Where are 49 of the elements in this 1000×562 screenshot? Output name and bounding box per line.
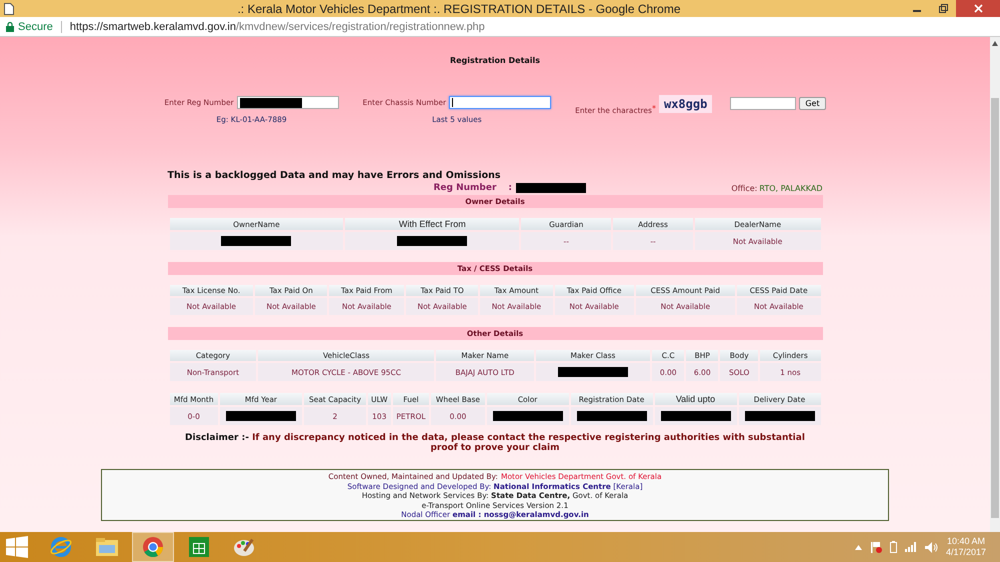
page-icon (4, 2, 14, 14)
get-button[interactable]: Get (799, 97, 826, 110)
input-field[interactable] (730, 97, 796, 110)
url-host[interactable]: https://smartweb.keralamvd.gov.in (70, 20, 236, 32)
taskbar-app[interactable] (132, 532, 174, 562)
notice-text: This is a backlogged Data and may have Errors and Omissions (168, 170, 502, 181)
caret-up-icon[interactable] (854, 544, 862, 550)
speaker-icon[interactable] (924, 542, 938, 552)
required-mark: * (652, 104, 656, 113)
redaction-bar (226, 411, 296, 421)
redaction-bar (576, 411, 647, 421)
redaction-bar (397, 236, 468, 246)
flag-icon[interactable] (870, 541, 882, 553)
redaction-bar (558, 367, 628, 377)
chrome-icon (142, 536, 164, 558)
signal-icon[interactable] (904, 542, 917, 552)
close-icon (974, 4, 982, 13)
disclaimer-label: Disclaimer :- (185, 433, 249, 443)
page-heading: Registration Details (450, 56, 540, 65)
office-value: RTO, PALAKKAD (759, 184, 822, 192)
redaction-bar (744, 411, 814, 421)
battery-icon[interactable] (890, 541, 897, 553)
window-title: .: Kerala Motor Vehicles Department :. REGISTRATION DETAILS - Google Chrome (236, 2, 682, 16)
windows-logo-icon[interactable] (6, 536, 28, 558)
scroll-up-icon[interactable] (992, 41, 998, 46)
close-button[interactable] (956, 0, 1000, 17)
input-field[interactable] (449, 96, 552, 109)
captcha-image: wx8ggb (658, 94, 712, 112)
restore-icon (938, 4, 948, 13)
redaction-bar (221, 236, 292, 246)
column-header: Valid upto (654, 393, 736, 405)
redaction-bar (516, 183, 586, 193)
office-label: Office: (731, 184, 758, 192)
folder-icon (95, 537, 119, 557)
input-field[interactable] (236, 96, 339, 109)
security-label: Secure (18, 20, 53, 32)
disclaimer-message: If any discrepancy noticed in the data, please contact the respective registering authorities with substantial proof to prove your claim (252, 433, 805, 453)
redaction-bar (660, 411, 731, 421)
redaction-bar (240, 98, 302, 108)
browser-e-icon (50, 536, 72, 558)
palette-icon (233, 536, 257, 558)
clock[interactable]: 10:40 AM 4/17/2017 (946, 536, 986, 558)
scrollbar[interactable] (990, 37, 1000, 532)
url-path[interactable]: /kmvdnew/services/registration/registrationnew.php (236, 20, 485, 32)
column-header: With Effect From (345, 218, 520, 230)
colon-text: : (508, 183, 512, 193)
redaction-bar (492, 411, 563, 421)
reg-number-label: Reg Number (434, 183, 496, 193)
lock-icon (6, 22, 14, 32)
